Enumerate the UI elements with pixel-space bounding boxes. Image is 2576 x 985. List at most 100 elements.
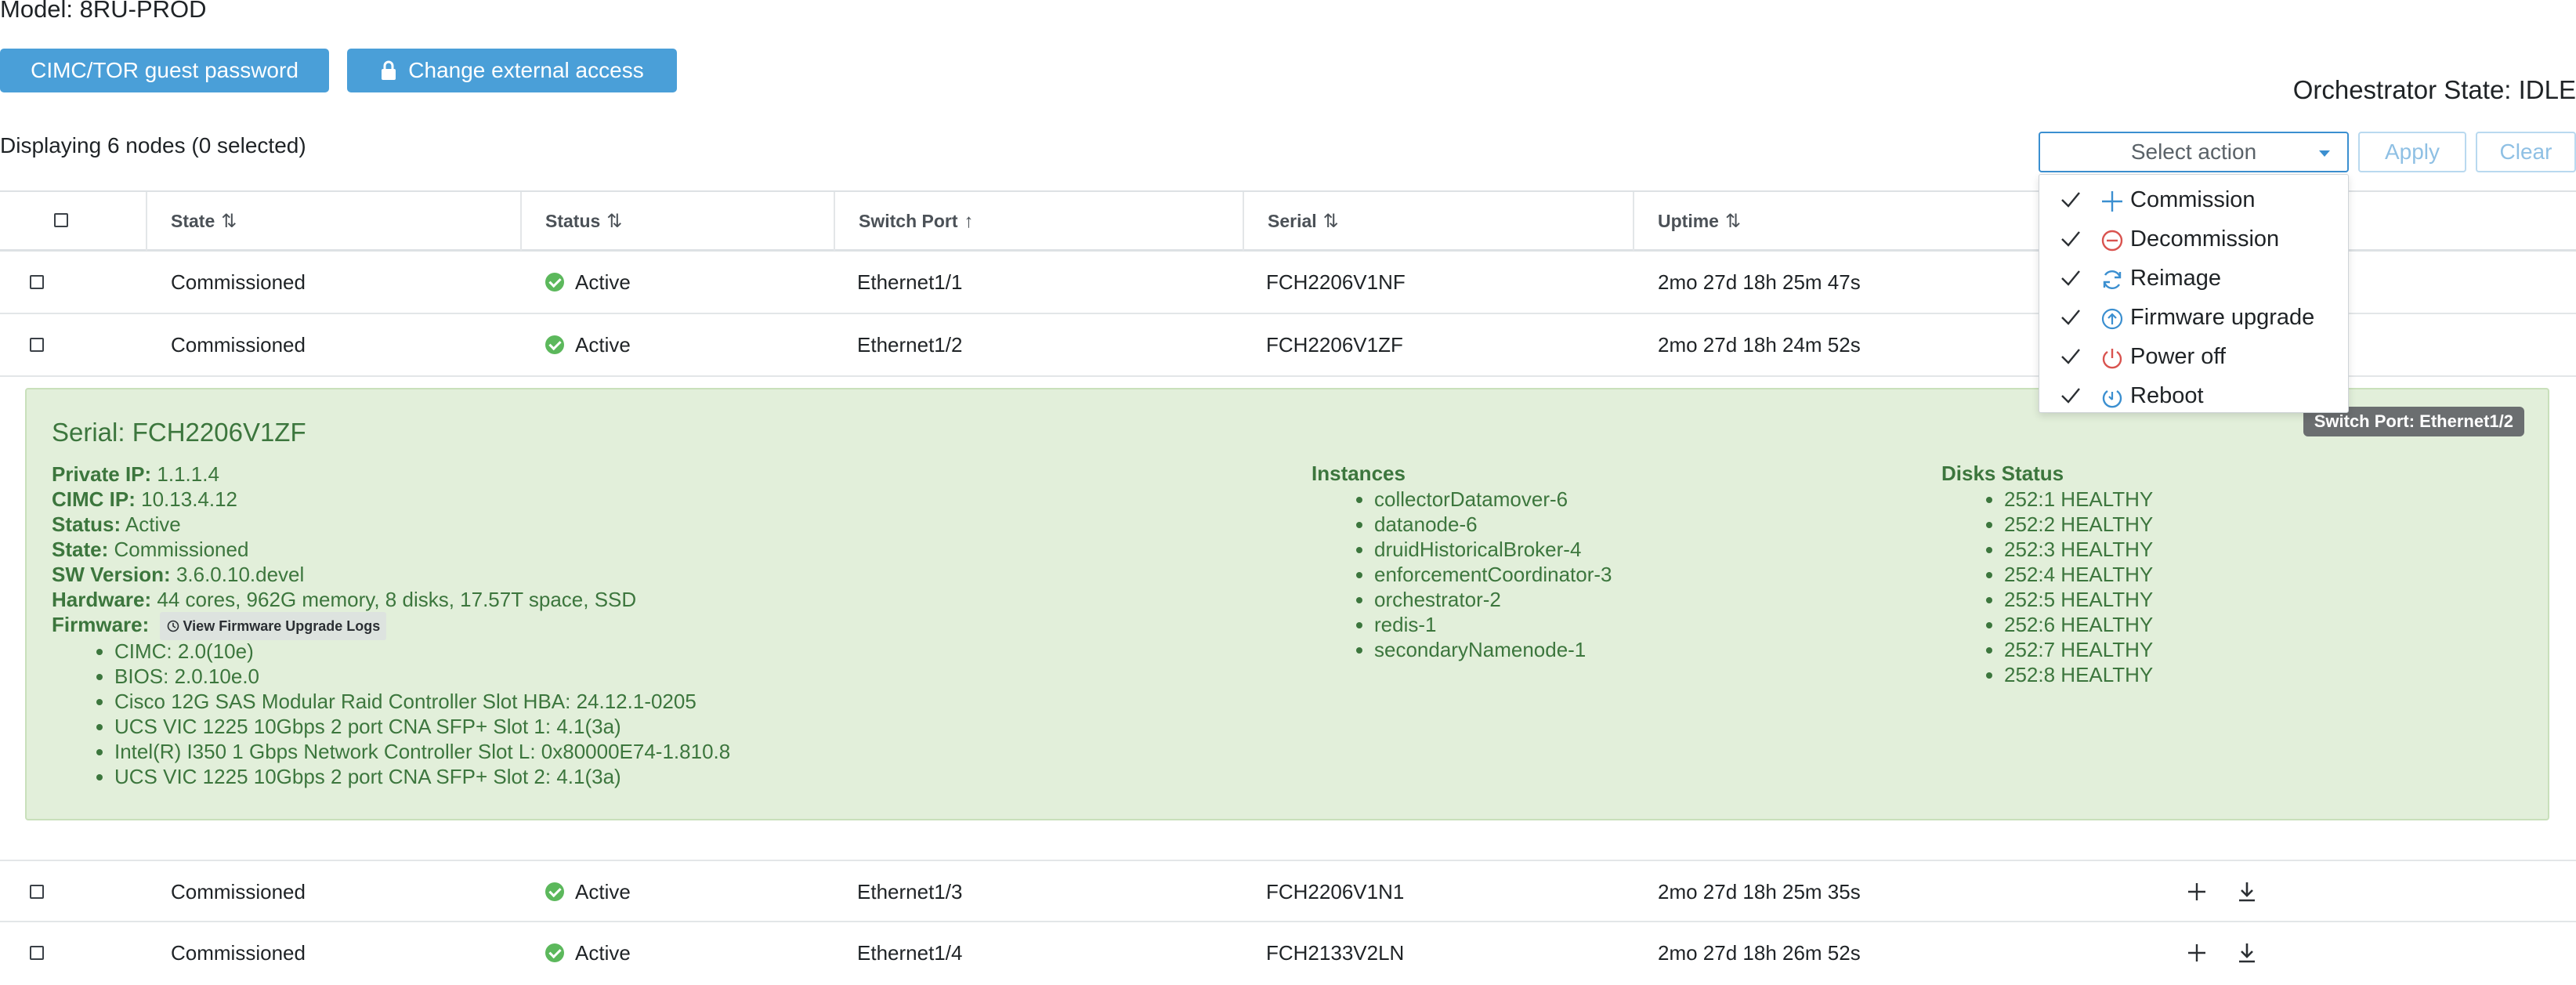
- row-status: Active: [545, 252, 631, 313]
- row-uptime: 2mo 27d 18h 25m 35s: [1658, 879, 1861, 904]
- column-uptime-label: Uptime: [1658, 211, 1719, 231]
- reboot-icon: [2100, 386, 2124, 415]
- row-switch-port: Ethernet1/4: [857, 940, 963, 965]
- download-icon[interactable]: [2236, 941, 2258, 965]
- menu-item-decommission[interactable]: Decommission: [2039, 219, 2350, 259]
- select-action-placeholder: Select action: [2130, 139, 2257, 164]
- check-circle-icon: [545, 273, 564, 292]
- check-circle-icon: [545, 943, 564, 962]
- row-serial: FCH2133V2LN: [1266, 940, 1405, 965]
- list-item: druidHistoricalBroker-4: [1374, 537, 1612, 562]
- detail-cimc-ip: CIMC IP: 10.13.4.12: [52, 487, 238, 511]
- row-serial: FCH2206V1NF: [1266, 270, 1406, 294]
- detail-state: State: Commissioned: [52, 538, 249, 561]
- detail-sw-version: SW Version: 3.6.0.10.devel: [52, 563, 305, 586]
- row-status-label: Active: [575, 332, 631, 357]
- row-checkbox[interactable]: [30, 946, 44, 960]
- instances-list: collectorDatamover-6 datanode-6 druidHis…: [1312, 487, 1612, 662]
- list-item: 252:3 HEALTHY: [2004, 537, 2153, 562]
- detail-status: Status: Active: [52, 512, 181, 536]
- row-state: Commissioned: [171, 270, 306, 294]
- change-external-access-button[interactable]: Change external access: [347, 49, 677, 92]
- row-state: Commissioned: [171, 940, 306, 965]
- column-status[interactable]: Status ⇅: [522, 192, 835, 251]
- column-state-label: State: [171, 211, 215, 231]
- plus-icon: [2100, 190, 2124, 219]
- sort-icon: ⇅: [1322, 211, 1339, 232]
- history-icon: [166, 619, 180, 633]
- apply-button[interactable]: Apply: [2358, 132, 2466, 172]
- list-item: CIMC: 2.0(10e): [114, 639, 730, 664]
- sort-icon: ⇅: [221, 211, 237, 232]
- row-uptime: 2mo 27d 18h 24m 52s: [1658, 332, 1861, 357]
- row-serial: FCH2206V1ZF: [1266, 332, 1403, 357]
- disks-list: 252:1 HEALTHY 252:2 HEALTHY 252:3 HEALTH…: [1941, 487, 2153, 687]
- list-item: datanode-6: [1374, 512, 1612, 537]
- row-checkbox[interactable]: [30, 338, 44, 352]
- row-switch-port: Ethernet1/1: [857, 270, 963, 294]
- checkmark-icon: [2060, 346, 2082, 373]
- list-item: UCS VIC 1225 10Gbps 2 port CNA SFP+ Slot…: [114, 714, 730, 739]
- guest-password-label: CIMC/TOR guest password: [31, 58, 298, 82]
- sort-icon: ⇅: [606, 211, 623, 232]
- select-action-dropdown[interactable]: Select action: [2039, 132, 2349, 172]
- row-checkbox[interactable]: [30, 885, 44, 899]
- list-item: enforcementCoordinator-3: [1374, 562, 1612, 587]
- list-item: 252:1 HEALTHY: [2004, 487, 2153, 512]
- list-item: collectorDatamover-6: [1374, 487, 1612, 512]
- list-item: 252:5 HEALTHY: [2004, 587, 2153, 612]
- clear-button[interactable]: Clear: [2476, 132, 2576, 172]
- select-all-cell: [0, 192, 147, 251]
- table-row[interactable]: Commissioned Active Ethernet1/4 FCH2133V…: [0, 922, 2576, 985]
- table-row[interactable]: Commissioned Active Ethernet1/3 FCH2206V…: [0, 860, 2576, 922]
- list-item: redis-1: [1374, 612, 1612, 637]
- menu-item-label: Commission: [2130, 186, 2256, 212]
- refresh-icon: [2100, 268, 2124, 298]
- row-serial: FCH2206V1N1: [1266, 879, 1405, 904]
- row-status: Active: [545, 314, 631, 375]
- menu-item-label: Reboot: [2130, 382, 2204, 408]
- menu-item-reboot[interactable]: Reboot: [2039, 376, 2350, 415]
- check-circle-icon: [545, 335, 564, 354]
- upload-circle-icon: [2100, 307, 2124, 337]
- menu-item-firmware-upgrade[interactable]: Firmware upgrade: [2039, 298, 2350, 337]
- firmware-list: CIMC: 2.0(10e) BIOS: 2.0.10e.0 Cisco 12G…: [52, 639, 730, 789]
- select-all-checkbox[interactable]: [54, 212, 68, 227]
- checkmark-icon: [2060, 307, 2082, 334]
- menu-item-reimage[interactable]: Reimage: [2039, 259, 2350, 298]
- lock-icon: [380, 60, 397, 81]
- add-icon[interactable]: [2186, 881, 2208, 903]
- column-switch-port-label: Switch Port: [859, 211, 958, 231]
- power-icon: [2100, 346, 2124, 376]
- detail-private-ip: Private IP: 1.1.1.4: [52, 462, 219, 486]
- column-uptime[interactable]: Uptime ⇅: [1634, 192, 2039, 251]
- detail-serial: Serial: FCH2206V1ZF: [52, 418, 306, 447]
- list-item: 252:2 HEALTHY: [2004, 512, 2153, 537]
- menu-item-power-off[interactable]: Power off: [2039, 337, 2350, 376]
- sort-icon: ⇅: [1724, 211, 1742, 232]
- list-item: Cisco 12G SAS Modular Raid Controller Sl…: [114, 689, 730, 714]
- column-status-label: Status: [545, 211, 601, 231]
- row-switch-port: Ethernet1/3: [857, 879, 963, 904]
- menu-item-commission[interactable]: Commission: [2039, 180, 2350, 219]
- column-switch-port[interactable]: Switch Port ↑: [835, 192, 1244, 251]
- detail-hardware: Hardware: 44 cores, 962G memory, 8 disks…: [52, 588, 637, 611]
- list-item: secondaryNamenode-1: [1374, 637, 1612, 662]
- view-firmware-logs-button[interactable]: View Firmware Upgrade Logs: [159, 612, 387, 641]
- row-state: Commissioned: [171, 332, 306, 357]
- row-checkbox[interactable]: [30, 275, 44, 289]
- checkmark-icon: [2060, 229, 2082, 255]
- menu-item-label: Reimage: [2130, 265, 2222, 291]
- menu-item-label: Power off: [2130, 343, 2226, 369]
- action-menu: Commission Decommission Reimage Firmware…: [2039, 174, 2349, 413]
- detail-firmware: Firmware: View Firmware Upgrade Logs: [52, 612, 387, 641]
- column-state[interactable]: State ⇅: [147, 192, 522, 251]
- add-icon[interactable]: [2186, 942, 2208, 964]
- guest-password-button[interactable]: CIMC/TOR guest password: [0, 49, 329, 92]
- list-item: Intel(R) I350 1 Gbps Network Controller …: [114, 739, 730, 764]
- list-item: 252:6 HEALTHY: [2004, 612, 2153, 637]
- column-serial[interactable]: Serial ⇅: [1244, 192, 1634, 251]
- checkmark-icon: [2060, 268, 2082, 295]
- download-icon[interactable]: [2236, 880, 2258, 904]
- row-status: Active: [545, 861, 631, 922]
